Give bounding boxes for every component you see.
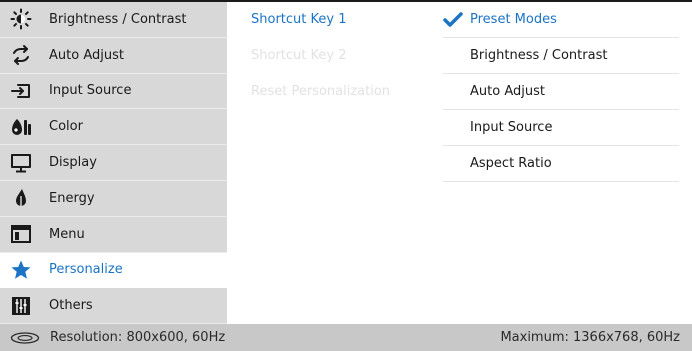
- sidebar-item-label: Menu: [49, 226, 85, 242]
- sidebar-item-brightness-contrast[interactable]: Brightness / Contrast: [0, 2, 227, 38]
- status-bar: Resolution: 800x600, 60Hz Maximum: 1366x…: [0, 324, 692, 351]
- option-label: Input Source: [470, 120, 553, 135]
- star-icon: [10, 259, 32, 281]
- menu-icon: [10, 223, 32, 245]
- input-source-icon: [10, 80, 32, 102]
- option-input-source[interactable]: Input Source: [443, 110, 679, 146]
- sidebar-item-energy[interactable]: Energy: [0, 181, 227, 217]
- color-icon: [10, 116, 32, 138]
- maximum-resolution-text: Maximum: 1366x768, 60Hz: [500, 330, 680, 345]
- personalize-panel: Shortcut Key 1 Shortcut Key 2 Reset Pers…: [227, 2, 692, 324]
- option-label: Brightness / Contrast: [470, 48, 608, 63]
- sidebar-item-label: Brightness / Contrast: [49, 11, 187, 27]
- brightness-icon: [10, 8, 32, 30]
- shortcut-key-2-item[interactable]: Shortcut Key 2: [251, 48, 346, 63]
- sidebar-item-label: Input Source: [49, 83, 132, 99]
- option-label: Aspect Ratio: [470, 156, 552, 171]
- option-label: Auto Adjust: [470, 84, 545, 99]
- sidebar-item-label: Others: [49, 298, 93, 314]
- sidebar-item-label: Display: [49, 155, 97, 171]
- option-auto-adjust[interactable]: Auto Adjust: [443, 74, 679, 110]
- option-brightness-contrast[interactable]: Brightness / Contrast: [443, 38, 679, 74]
- sidebar-item-label: Color: [49, 119, 83, 135]
- resolution-text: Resolution: 800x600, 60Hz: [50, 330, 226, 345]
- osd-main-menu: Brightness / Contrast Auto Adjust Input …: [0, 2, 227, 325]
- energy-icon: [10, 187, 32, 209]
- others-icon: [10, 295, 32, 317]
- sidebar-item-label: Energy: [49, 190, 95, 206]
- option-aspect-ratio[interactable]: Aspect Ratio: [443, 146, 679, 182]
- reset-personalization-item[interactable]: Reset Personalization: [251, 84, 390, 99]
- option-preset-modes[interactable]: Preset Modes: [443, 2, 679, 38]
- sidebar-item-label: Personalize: [49, 262, 123, 278]
- sidebar-item-others[interactable]: Others: [0, 288, 227, 325]
- display-icon: [10, 152, 32, 174]
- sidebar-item-label: Auto Adjust: [49, 47, 124, 63]
- sidebar-item-auto-adjust[interactable]: Auto Adjust: [0, 38, 227, 74]
- sidebar-item-personalize[interactable]: Personalize: [0, 252, 227, 289]
- checkmark-icon: [443, 11, 469, 28]
- resolution-icon: [10, 331, 40, 344]
- sidebar-item-menu[interactable]: Menu: [0, 217, 227, 253]
- auto-adjust-icon: [10, 44, 32, 66]
- option-label: Preset Modes: [470, 12, 557, 27]
- sidebar-item-color[interactable]: Color: [0, 109, 227, 146]
- sidebar-item-display[interactable]: Display: [0, 145, 227, 181]
- shortcut-key-1-item[interactable]: Shortcut Key 1: [251, 12, 346, 27]
- sidebar-item-input-source[interactable]: Input Source: [0, 74, 227, 110]
